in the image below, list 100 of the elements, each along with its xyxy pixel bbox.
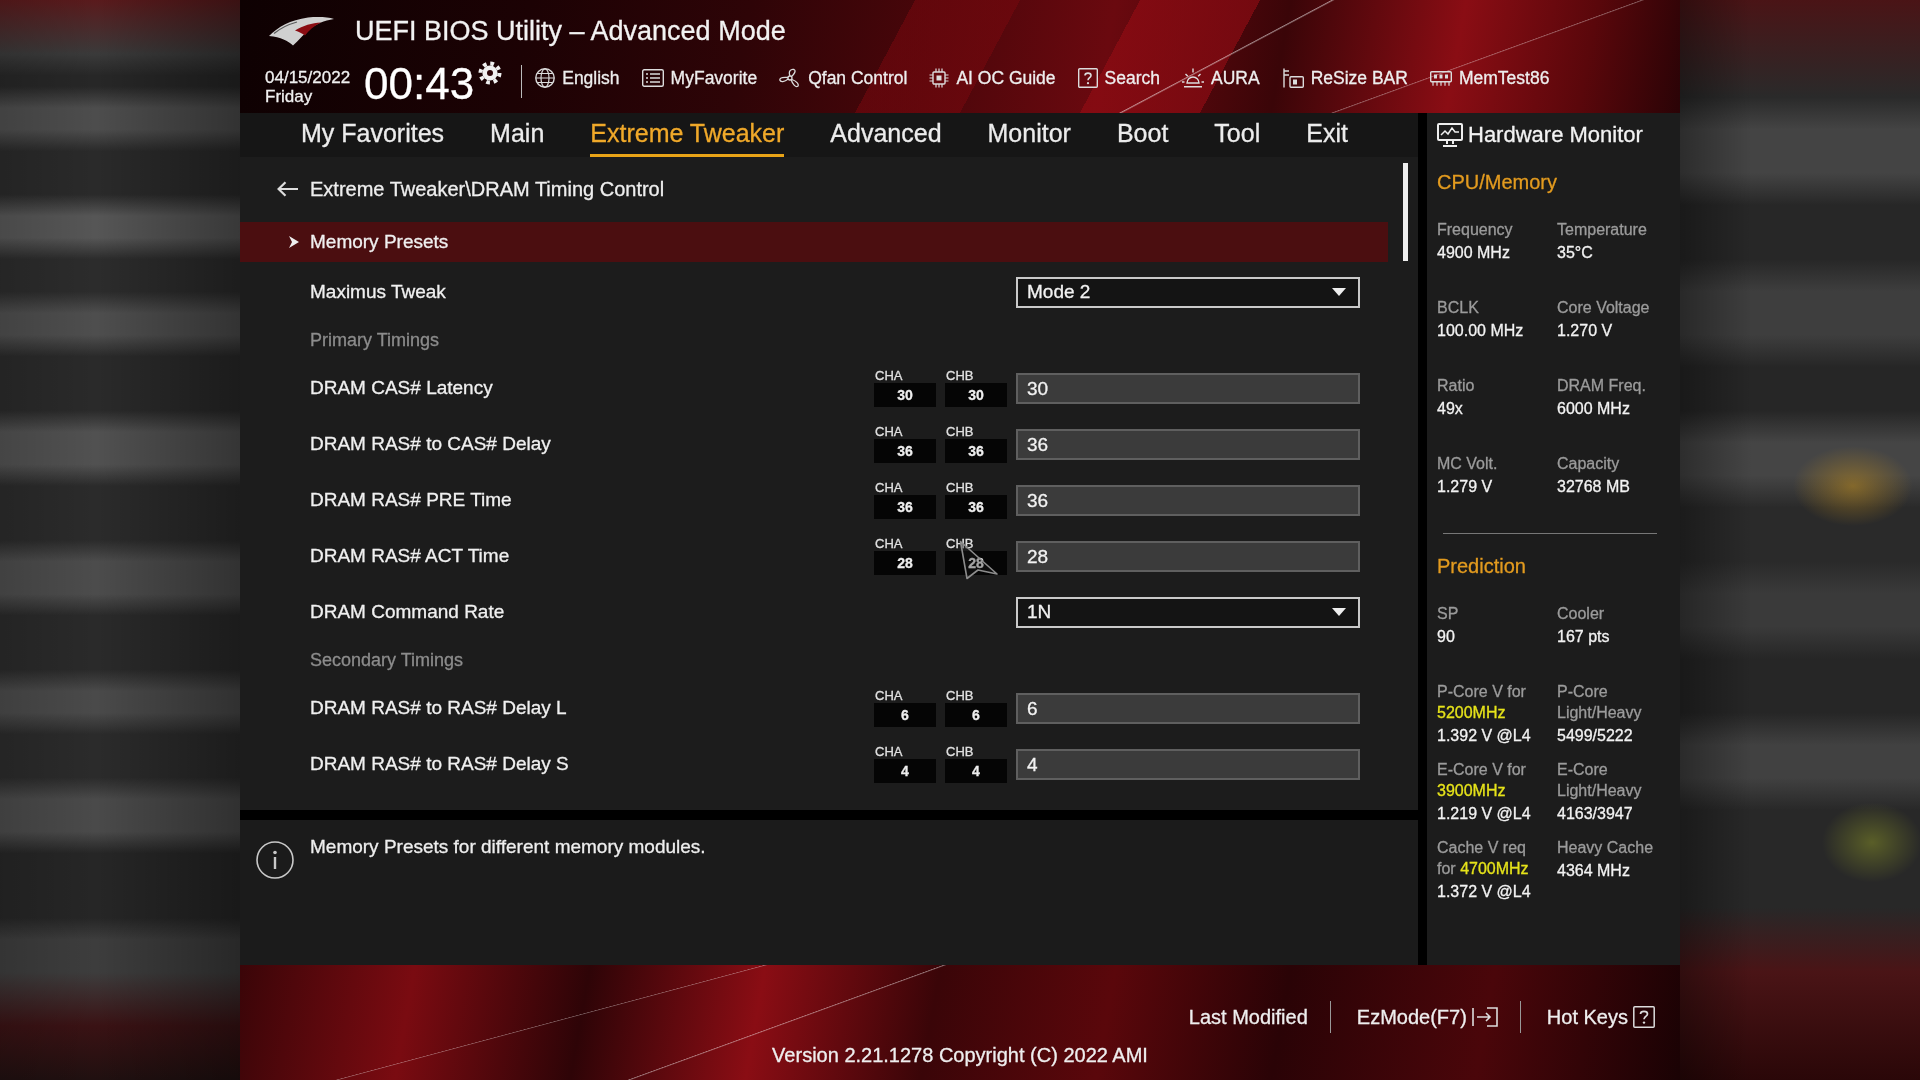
stat-label: Temperature: [1557, 220, 1648, 240]
channel-value: 36: [945, 495, 1007, 519]
channel-value: 36: [874, 439, 936, 463]
help-icon: [1633, 1006, 1655, 1028]
setting-label: Maximus Tweak: [310, 281, 447, 303]
stat-value: 4163/3947: [1557, 804, 1634, 824]
channel-label: CHA: [874, 537, 904, 551]
stat-label: Core Voltage: [1557, 298, 1651, 318]
menu-tab[interactable]: Boot: [1116, 113, 1169, 157]
stat-value: 100.00 MHz: [1437, 321, 1525, 341]
footer-action[interactable]: Last Modified: [1188, 1005, 1308, 1029]
channel-value: 36: [945, 439, 1007, 463]
input-field[interactable]: 6: [1016, 692, 1360, 724]
stat-label: SP: [1437, 604, 1460, 624]
input-field[interactable]: 36: [1016, 484, 1360, 516]
footer-action[interactable]: Hot Keys: [1546, 1005, 1655, 1029]
channel-value: 30: [874, 383, 936, 407]
caret-icon: [1332, 288, 1346, 296]
stat-value: 6000 MHz: [1557, 399, 1631, 419]
input-field[interactable]: 28: [1016, 540, 1360, 572]
channel-label: CHA: [874, 369, 904, 383]
stat-label: E-Core Light/Heavy: [1557, 760, 1643, 801]
stat-label: P-Core Light/Heavy: [1557, 682, 1643, 723]
light-icon: [1182, 68, 1205, 88]
submenu-item[interactable]: Memory Presets: [240, 222, 1388, 262]
menu-tab[interactable]: Exit: [1306, 113, 1348, 157]
channel-value: 6: [945, 703, 1007, 727]
setting-row[interactable]: DRAM RAS# PRE Time CHA 36 CHB 36 36: [240, 472, 1388, 528]
stat-value: 1.392 V @L4: [1437, 726, 1532, 746]
chevron-icon: [289, 236, 299, 248]
stat-label: Cooler: [1557, 604, 1606, 624]
channel-value: 30: [945, 383, 1007, 407]
toolbar-item[interactable]: Qfan Control: [779, 67, 908, 89]
weekday-text: Friday: [265, 87, 314, 106]
stat-value: 1.372 V @L4: [1437, 882, 1532, 902]
globe-icon: [535, 68, 556, 88]
toolbar-item[interactable]: AI OC Guide: [929, 67, 1056, 89]
memory-stick-icon: [1429, 70, 1452, 86]
window-title: UEFI BIOS Utility – Advanced Mode: [355, 15, 786, 47]
scrollbar-thumb[interactable]: [1403, 163, 1408, 261]
channel-value: 4: [945, 759, 1007, 783]
version-text: Version 2.21.1278 Copyright (C) 2022 AMI: [772, 1043, 1148, 1067]
menu-tab[interactable]: Main: [490, 113, 545, 157]
gear-icon[interactable]: [477, 60, 504, 86]
input-field[interactable]: 4: [1016, 748, 1360, 780]
panel-title: Hardware Monitor: [1468, 122, 1643, 148]
section-heading: Secondary Timings: [309, 649, 465, 672]
setting-row[interactable]: DRAM RAS# ACT Time CHA 28 CHB 28 28: [240, 528, 1388, 584]
menu-tab[interactable]: Advanced: [830, 113, 942, 157]
channel-value: 4: [874, 759, 936, 783]
setting-label: DRAM RAS# to RAS# Delay S: [310, 753, 570, 775]
setting-row[interactable]: DRAM RAS# to CAS# Delay CHA 36 CHB 36 36: [240, 416, 1388, 472]
toolbar-item[interactable]: MyFavorite: [641, 67, 758, 89]
toolbar-item[interactable]: English: [535, 67, 620, 89]
chip-icon: [929, 68, 950, 88]
toolbar-item[interactable]: ReSize BAR: [1281, 67, 1408, 89]
stat-label: E-Core V for 3900MHz: [1437, 760, 1527, 801]
card-icon: [1281, 68, 1304, 88]
info-icon: [256, 841, 294, 879]
stat-value: 1.270 V: [1557, 321, 1614, 341]
footer-action[interactable]: EzMode(F7): [1356, 1005, 1498, 1029]
monitor-icon: [1437, 123, 1463, 147]
section-heading: Primary Timings: [309, 329, 440, 352]
menu-tab[interactable]: Tool: [1214, 113, 1261, 157]
stat-value: 35°C: [1557, 243, 1594, 263]
setting-row[interactable]: Maximus Tweak Mode 2: [240, 264, 1388, 320]
dropdown[interactable]: 1N: [1016, 596, 1360, 628]
channel-value: 28: [874, 551, 936, 575]
caret-icon: [1332, 608, 1346, 616]
setting-label: DRAM CAS# Latency: [310, 377, 494, 399]
menu-tab[interactable]: My Favorites: [301, 113, 445, 157]
menu-tab[interactable]: Monitor: [987, 113, 1071, 157]
input-field[interactable]: 30: [1016, 372, 1360, 404]
stat-value: 167 pts: [1557, 627, 1611, 647]
stat-label: BCLK: [1437, 298, 1480, 318]
input-field[interactable]: 36: [1016, 428, 1360, 460]
channel-label: CHB: [945, 425, 975, 439]
stat-value: 4364 MHz: [1557, 861, 1631, 881]
question-box-icon: [1077, 68, 1098, 88]
setting-row[interactable]: DRAM CAS# Latency CHA 30 CHB 30 30: [240, 360, 1388, 416]
stat-label: Frequency: [1437, 220, 1514, 240]
setting-row[interactable]: DRAM RAS# to RAS# Delay S CHA 4 CHB 4 4: [240, 736, 1388, 792]
toolbar-item[interactable]: Search: [1077, 67, 1161, 89]
back-arrow-icon[interactable]: [276, 181, 298, 197]
stat-label: Heavy Cache: [1557, 838, 1655, 858]
setting-row[interactable]: DRAM Command Rate 1N: [240, 584, 1388, 640]
help-text: Memory Presets for different memory modules.: [310, 835, 706, 859]
stat-label: Capacity: [1557, 454, 1621, 474]
channel-label: CHA: [874, 689, 904, 703]
stat-label: Ratio: [1437, 376, 1476, 396]
list-icon: [641, 69, 664, 87]
setting-label: DRAM RAS# to CAS# Delay: [310, 433, 552, 455]
setting-label: DRAM Command Rate: [310, 601, 506, 623]
stat-value: 5499/5222: [1557, 726, 1634, 746]
toolbar-item[interactable]: AURA: [1182, 67, 1260, 89]
dropdown[interactable]: Mode 2: [1016, 276, 1360, 308]
toolbar-item[interactable]: MemTest86: [1429, 67, 1550, 89]
date-text: 04/15/2022: [265, 68, 351, 87]
setting-row[interactable]: DRAM RAS# to RAS# Delay L CHA 6 CHB 6 6: [240, 680, 1388, 736]
clock-time: 00:43: [364, 61, 475, 107]
